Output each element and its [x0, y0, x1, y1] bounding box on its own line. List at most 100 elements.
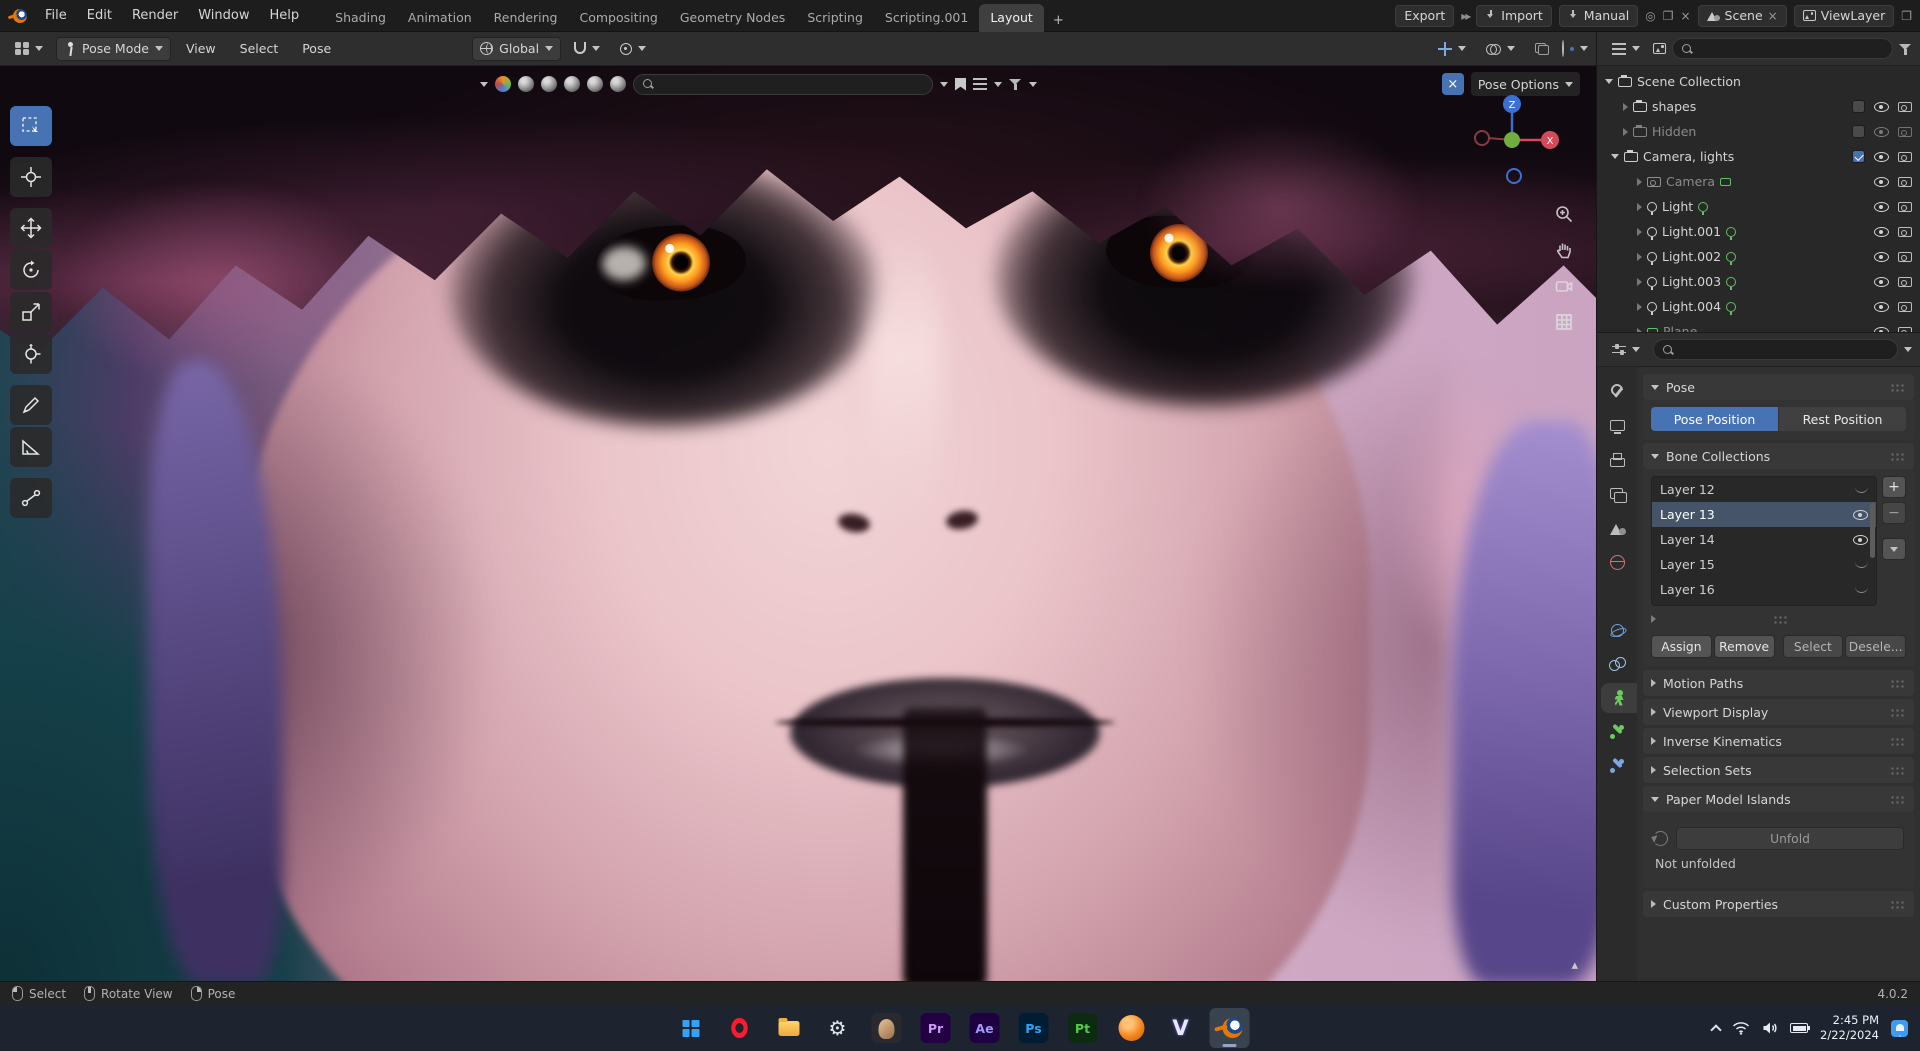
taskbar-v-app[interactable]: V — [1161, 1008, 1201, 1048]
resize-grip[interactable] — [1773, 614, 1789, 624]
show-gizmo-dropdown[interactable] — [1431, 36, 1473, 61]
tab-layout[interactable]: Layout — [979, 3, 1044, 32]
panel-grip[interactable] — [1890, 765, 1906, 775]
outliner-row-hidden[interactable]: Hidden — [1597, 119, 1920, 144]
tab-scene[interactable] — [1597, 513, 1637, 543]
properties-editor-type-button[interactable] — [1605, 338, 1647, 361]
exclude-checkbox[interactable] — [1852, 150, 1865, 163]
layer-row-selected[interactable]: Layer 13 — [1652, 502, 1876, 527]
add-collection-button[interactable]: + — [1882, 476, 1906, 498]
visibility-closed-eye-icon[interactable] — [1855, 561, 1868, 568]
layer-row[interactable]: Layer 15 — [1652, 552, 1876, 577]
tab-bone[interactable] — [1597, 717, 1637, 747]
taskbar-after-effects[interactable]: Ae — [965, 1008, 1005, 1048]
unfold-button[interactable]: Unfold — [1676, 827, 1904, 850]
panel-bone-collections-header[interactable]: Bone Collections — [1643, 443, 1914, 469]
hide-eye-icon[interactable] — [1874, 276, 1889, 287]
hide-eye-icon[interactable] — [1874, 101, 1889, 112]
panel-viewport-display-header[interactable]: Viewport Display — [1643, 699, 1914, 725]
tab-scripting[interactable]: Scripting — [796, 4, 874, 32]
tool-breakdowner[interactable] — [10, 478, 52, 518]
matcap-sphere-icon[interactable] — [587, 76, 603, 92]
filter-dropdown-icon[interactable] — [1029, 81, 1037, 87]
panel-grip[interactable] — [1890, 794, 1906, 804]
bookmark-icon[interactable] — [955, 77, 966, 91]
layer-row[interactable]: Layer 16 — [1652, 577, 1876, 602]
search-dropdown-icon[interactable] — [940, 81, 948, 87]
shading-dropdown[interactable] — [1580, 46, 1588, 51]
outliner-row-scene-collection[interactable]: Scene Collection — [1597, 69, 1920, 94]
taskbar-blender-alt[interactable] — [1112, 1008, 1152, 1048]
outliner-row-camera-lights[interactable]: Camera, lights — [1597, 144, 1920, 169]
matcap-color-sphere-icon[interactable] — [495, 76, 511, 92]
tray-expand-icon[interactable] — [1710, 1023, 1722, 1036]
editor-type-button[interactable] — [8, 36, 50, 61]
hide-eye-icon[interactable] — [1874, 151, 1889, 162]
panel-grip[interactable] — [1890, 899, 1906, 909]
render-visibility-icon[interactable] — [1898, 126, 1912, 137]
visibility-eye-icon[interactable] — [1853, 509, 1868, 520]
shading-material-button[interactable] — [1570, 46, 1574, 51]
panel-paper-model-header[interactable]: Paper Model Islands — [1643, 786, 1914, 812]
tool-cursor[interactable] — [10, 157, 52, 197]
wifi-icon[interactable] — [1732, 1021, 1750, 1035]
outliner-row-camera[interactable]: Camera — [1597, 169, 1920, 194]
bone-collections-list[interactable]: Layer 12 Layer 13 Layer 14 Layer 15 Laye… — [1651, 476, 1877, 606]
visibility-eye-icon[interactable] — [1853, 534, 1868, 545]
display-mode-icon[interactable] — [1653, 43, 1666, 54]
matcap-sphere-icon[interactable] — [564, 76, 580, 92]
start-button[interactable] — [671, 1008, 711, 1048]
hide-eye-icon[interactable] — [1874, 126, 1889, 137]
tool-rotate[interactable] — [10, 250, 52, 290]
tab-object[interactable] — [1597, 581, 1637, 611]
blender-logo-icon[interactable] — [8, 6, 28, 26]
render-visibility-icon[interactable] — [1898, 176, 1912, 187]
outliner-row-shapes[interactable]: shapes — [1597, 94, 1920, 119]
menu-select[interactable]: Select — [231, 37, 288, 60]
asset-search-input[interactable] — [633, 73, 933, 95]
outliner-row-light-002[interactable]: Light.002 — [1597, 244, 1920, 269]
pose-position-button[interactable]: Pose Position — [1651, 407, 1778, 431]
tool-select-box[interactable] — [10, 106, 52, 146]
tool-transform[interactable] — [10, 334, 52, 374]
outliner-editor-type-button[interactable] — [1605, 37, 1647, 60]
outliner-row-plane[interactable]: Plane — [1597, 319, 1920, 332]
tab-render[interactable] — [1597, 411, 1637, 441]
viewlayer-selector[interactable]: ViewLayer — [1793, 4, 1895, 27]
exclude-checkbox[interactable] — [1852, 125, 1865, 138]
tab-scripting-001[interactable]: Scripting.001 — [874, 4, 979, 32]
panel-motion-paths-header[interactable]: Motion Paths — [1643, 670, 1914, 696]
hide-eye-icon[interactable] — [1874, 201, 1889, 212]
outliner-search-input[interactable] — [1672, 38, 1893, 59]
shading-wireframe-button[interactable] — [1562, 40, 1564, 57]
taskbar-premiere[interactable]: Pr — [916, 1008, 956, 1048]
panel-custom-properties-header[interactable]: Custom Properties — [1643, 891, 1914, 917]
menu-edit[interactable]: Edit — [78, 4, 121, 27]
render-visibility-icon[interactable] — [1898, 301, 1912, 312]
snap-toggle[interactable] — [567, 36, 608, 61]
navigation-gizmo[interactable]: Z X — [1464, 92, 1560, 188]
properties-options-dropdown[interactable] — [1904, 347, 1912, 352]
taskbar-settings[interactable]: ⚙ — [818, 1008, 858, 1048]
volume-icon[interactable] — [1762, 1021, 1778, 1035]
assign-button[interactable]: Assign — [1651, 635, 1712, 658]
taskbar-zbrush[interactable] — [867, 1008, 907, 1048]
tab-world[interactable] — [1597, 547, 1637, 577]
menu-view[interactable]: View — [177, 37, 225, 60]
remove-button[interactable]: Remove — [1713, 635, 1775, 658]
panel-grip[interactable] — [1890, 707, 1906, 717]
menu-file[interactable]: File — [36, 4, 76, 27]
collapse-region-arrow[interactable]: ▴ — [1571, 958, 1578, 973]
scene-selector[interactable]: Scene × — [1697, 4, 1787, 27]
render-visibility-icon[interactable] — [1898, 326, 1912, 332]
panel-grip[interactable] — [1890, 451, 1906, 461]
properties-search-input[interactable] — [1653, 339, 1898, 360]
copy-icon[interactable]: ❐ — [1663, 9, 1674, 23]
notification-icon[interactable] — [1891, 1019, 1908, 1037]
transform-orientation[interactable]: Global — [472, 36, 562, 61]
rest-position-button[interactable]: Rest Position — [1779, 407, 1906, 431]
matcap-sphere-icon[interactable] — [541, 76, 557, 92]
list-scrollbar[interactable] — [1870, 503, 1875, 558]
import-button[interactable]: Import — [1476, 4, 1552, 27]
xray-toggle[interactable] — [1528, 36, 1556, 61]
